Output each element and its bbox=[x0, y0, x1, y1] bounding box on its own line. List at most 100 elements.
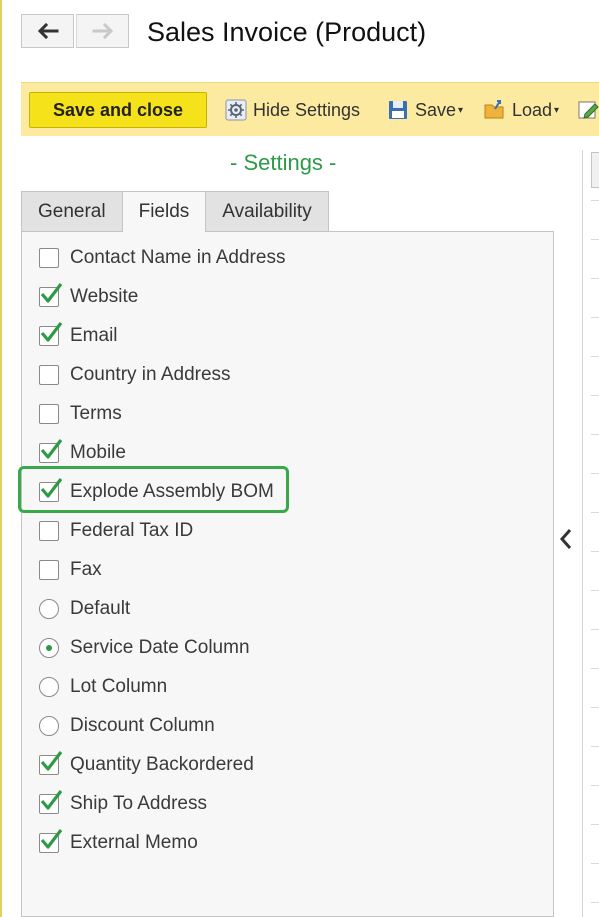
option-label: Explode Assembly BOM bbox=[70, 481, 274, 502]
checkbox-email[interactable]: Email bbox=[39, 322, 118, 348]
radio-button[interactable] bbox=[39, 677, 59, 697]
checkbox-explode-assembly-bom[interactable]: Explode Assembly BOM bbox=[39, 478, 274, 504]
option-label: Service Date Column bbox=[70, 637, 250, 658]
option-label: Country in Address bbox=[70, 364, 231, 385]
window-edge bbox=[0, 0, 2, 917]
settings-tabs: General Fields Availability bbox=[21, 191, 329, 232]
chevron-down-icon: ▾ bbox=[554, 104, 560, 116]
pencil-icon bbox=[578, 99, 599, 121]
tab-general[interactable]: General bbox=[21, 191, 123, 231]
right-panel-tab[interactable] bbox=[591, 152, 599, 188]
floppy-disk-icon bbox=[387, 99, 409, 121]
radio-lot-column[interactable]: Lot Column bbox=[39, 675, 167, 699]
chevron-left-icon bbox=[559, 529, 572, 549]
grid-line bbox=[591, 785, 599, 786]
option-label: External Memo bbox=[70, 832, 198, 853]
checkbox[interactable] bbox=[39, 521, 59, 541]
chevron-down-icon: ▾ bbox=[458, 104, 464, 116]
radio-button[interactable] bbox=[39, 716, 59, 736]
checkbox-contact-name-in-address[interactable]: Contact Name in Address bbox=[39, 246, 285, 270]
checkbox-country-in-address[interactable]: Country in Address bbox=[39, 363, 231, 387]
checkbox-quantity-backordered[interactable]: Quantity Backordered bbox=[39, 751, 254, 777]
option-label: Lot Column bbox=[70, 676, 168, 697]
option-label: Fax bbox=[70, 559, 102, 580]
grid-line bbox=[591, 200, 599, 201]
grid-line bbox=[591, 668, 599, 669]
gear-icon bbox=[225, 99, 247, 121]
grid-line bbox=[591, 512, 599, 513]
save-dropdown-button[interactable]: Save ▾ bbox=[387, 96, 463, 124]
forward-button[interactable] bbox=[76, 14, 129, 48]
checkbox-ship-to-address[interactable]: Ship To Address bbox=[39, 790, 207, 816]
grid-line bbox=[591, 551, 599, 552]
grid-line bbox=[591, 707, 599, 708]
history-nav bbox=[21, 14, 129, 50]
checkmark-icon bbox=[40, 829, 63, 849]
grid-line bbox=[591, 395, 599, 396]
grid-line bbox=[591, 356, 599, 357]
fields-panel: Contact Name in Address Website Email Count… bbox=[18, 231, 554, 917]
checkbox[interactable] bbox=[39, 829, 63, 853]
checkbox[interactable] bbox=[39, 283, 63, 307]
hide-settings-button[interactable]: Hide Settings bbox=[225, 96, 360, 124]
checkbox-website[interactable]: Website bbox=[39, 283, 139, 309]
radio-button[interactable] bbox=[39, 638, 59, 658]
save-and-close-button[interactable]: Save and close bbox=[29, 92, 207, 128]
grid-line bbox=[591, 902, 599, 903]
grid-line bbox=[591, 239, 599, 240]
folder-open-icon bbox=[484, 99, 506, 121]
checkmark-icon bbox=[40, 322, 63, 342]
grid-line bbox=[591, 590, 599, 591]
option-label: Terms bbox=[70, 403, 122, 424]
checkbox[interactable] bbox=[39, 322, 63, 346]
back-button[interactable] bbox=[21, 14, 74, 48]
radio-button[interactable] bbox=[39, 599, 59, 619]
toolbar: Save and close Hide Settings Save ▾ Load… bbox=[21, 82, 599, 136]
option-label: Federal Tax ID bbox=[70, 520, 194, 541]
save-label: Save bbox=[415, 99, 457, 120]
arrow-right-icon bbox=[92, 23, 113, 39]
checkbox[interactable] bbox=[39, 751, 63, 775]
collapse-panel-button[interactable] bbox=[557, 526, 575, 552]
radio-default[interactable]: Default bbox=[39, 597, 130, 621]
tab-fields[interactable]: Fields bbox=[121, 191, 207, 232]
option-label: Mobile bbox=[70, 442, 126, 463]
radio-service-date-column[interactable]: Service Date Column bbox=[39, 636, 250, 660]
radio-discount-column[interactable]: Discount Column bbox=[39, 714, 215, 738]
checkmark-icon bbox=[40, 283, 63, 303]
grid-line bbox=[591, 863, 599, 864]
checkbox-external-memo[interactable]: External Memo bbox=[39, 829, 198, 855]
option-label: Contact Name in Address bbox=[70, 247, 286, 268]
option-label: Default bbox=[70, 598, 131, 619]
checkbox[interactable] bbox=[39, 478, 63, 502]
checkbox[interactable] bbox=[39, 248, 59, 268]
checkbox[interactable] bbox=[39, 404, 59, 424]
checkbox-mobile[interactable]: Mobile bbox=[39, 439, 126, 465]
checkbox[interactable] bbox=[39, 560, 59, 580]
option-label: Email bbox=[70, 325, 118, 346]
checkbox-terms[interactable]: Terms bbox=[39, 402, 122, 426]
hide-settings-label: Hide Settings bbox=[253, 99, 361, 120]
checkbox[interactable] bbox=[39, 365, 59, 385]
option-label: Discount Column bbox=[70, 715, 215, 736]
grid-line bbox=[591, 824, 599, 825]
checkmark-icon bbox=[40, 790, 63, 810]
grid-line bbox=[591, 317, 599, 318]
checkbox[interactable] bbox=[39, 439, 63, 463]
edit-toolbar-button[interactable] bbox=[578, 96, 599, 124]
grid-line bbox=[591, 278, 599, 279]
option-label: Quantity Backordered bbox=[70, 754, 254, 775]
right-grid bbox=[591, 200, 599, 917]
option-label: Ship To Address bbox=[70, 793, 207, 814]
grid-line bbox=[591, 629, 599, 630]
panel-divider bbox=[582, 150, 583, 917]
arrow-left-icon bbox=[37, 23, 58, 39]
checkmark-icon bbox=[40, 478, 63, 498]
checkbox[interactable] bbox=[39, 790, 63, 814]
checkbox-fax[interactable]: Fax bbox=[39, 558, 102, 582]
tab-availability[interactable]: Availability bbox=[205, 191, 329, 231]
option-label: Website bbox=[70, 286, 139, 307]
checkbox-federal-tax-id[interactable]: Federal Tax ID bbox=[39, 519, 193, 543]
settings-title: - Settings - bbox=[230, 150, 337, 175]
load-dropdown-button[interactable]: Load ▾ bbox=[484, 96, 559, 124]
